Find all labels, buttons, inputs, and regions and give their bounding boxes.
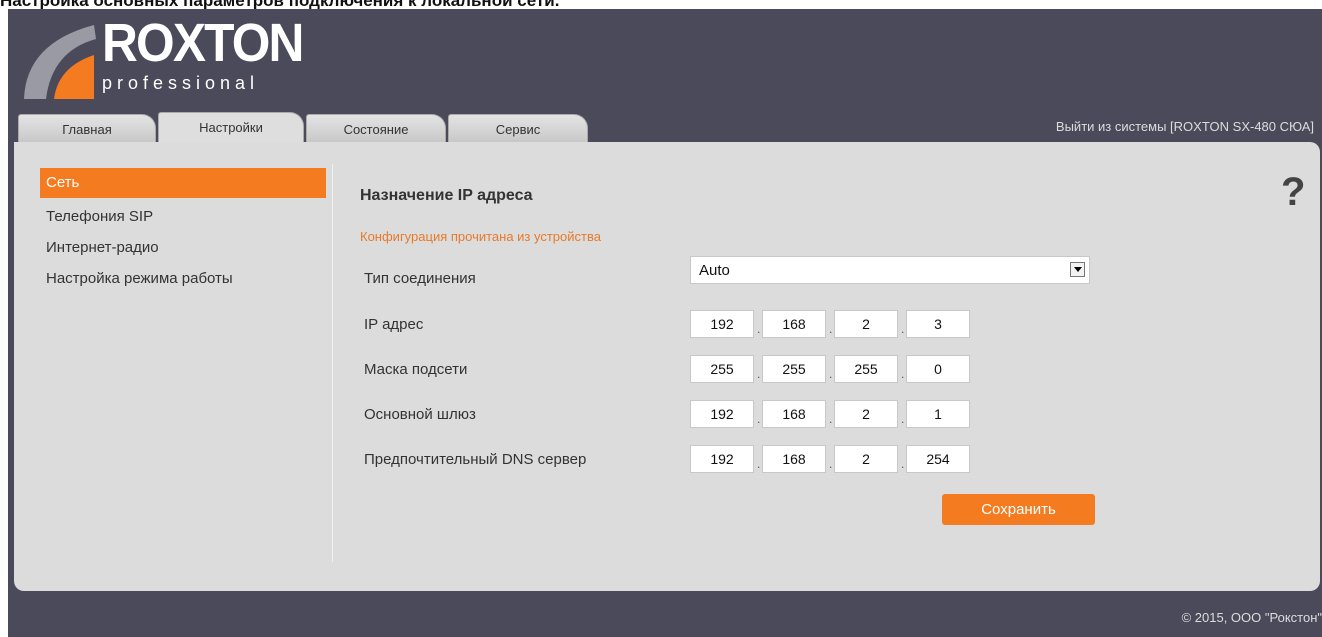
- copyright-footer: © 2015, ООО "Рокстон": [1181, 610, 1322, 625]
- mask-octet-1[interactable]: 255: [690, 355, 754, 383]
- octet-separator: .: [757, 457, 761, 471]
- save-button[interactable]: Сохранить: [942, 494, 1095, 525]
- sidebar-item-network[interactable]: Сеть: [40, 168, 326, 198]
- logo-subtitle: professional: [102, 73, 260, 93]
- logo-wordmark: ROXTON: [102, 13, 304, 73]
- logout-link[interactable]: Выйти из системы [ROXTON SX-480 СЮА]: [1056, 119, 1314, 134]
- gateway-octet-4[interactable]: 1: [906, 400, 970, 428]
- mask-octet-2[interactable]: 255: [762, 355, 826, 383]
- octet-separator: .: [829, 412, 833, 426]
- gateway-label: Основной шлюз: [364, 406, 476, 423]
- octet-separator: .: [901, 322, 905, 336]
- dns-octet-2[interactable]: 168: [762, 445, 826, 473]
- octet-separator: .: [901, 457, 905, 471]
- ip-octet-3[interactable]: 2: [834, 310, 898, 338]
- document-caption: Настройка основных параметров подключени…: [0, 0, 1322, 9]
- dns-server-label: Предпочтительный DNS сервер: [364, 451, 587, 468]
- octet-separator: .: [757, 367, 761, 381]
- tab-status[interactable]: Состояние: [306, 114, 446, 142]
- roxton-logo: ROXTON professional: [18, 13, 304, 103]
- logo-swoosh-icon: [24, 25, 96, 99]
- sidebar-item-internet-radio[interactable]: Интернет-радио: [40, 232, 326, 263]
- chevron-down-icon[interactable]: [1070, 262, 1085, 277]
- settings-panel: Сеть Телефония SIP Интернет-радио Настро…: [14, 142, 1320, 591]
- octet-separator: .: [829, 322, 833, 336]
- sidebar: Сеть Телефония SIP Интернет-радио Настро…: [40, 168, 326, 294]
- connection-type-select[interactable]: Auto: [690, 256, 1090, 284]
- octet-separator: .: [829, 457, 833, 471]
- octet-separator: .: [901, 412, 905, 426]
- dns-octet-4[interactable]: 254: [906, 445, 970, 473]
- octet-separator: .: [757, 322, 761, 336]
- gateway-octet-3[interactable]: 2: [834, 400, 898, 428]
- dns-octet-3[interactable]: 2: [834, 445, 898, 473]
- dns-octet-1[interactable]: 192: [690, 445, 754, 473]
- ip-address-label: IP адрес: [364, 316, 424, 333]
- sidebar-item-sip-telephony[interactable]: Телефония SIP: [40, 201, 326, 232]
- sidebar-divider: [332, 164, 333, 562]
- octet-separator: .: [829, 367, 833, 381]
- mask-octet-3[interactable]: 255: [834, 355, 898, 383]
- octet-separator: .: [901, 367, 905, 381]
- octet-separator: .: [757, 412, 761, 426]
- connection-type-label: Тип соединения: [364, 270, 476, 287]
- status-message: Конфигурация прочитана из устройства: [360, 229, 601, 244]
- help-icon[interactable]: ?: [1281, 172, 1305, 212]
- ip-octet-4[interactable]: 3: [906, 310, 970, 338]
- ip-octet-2[interactable]: 168: [762, 310, 826, 338]
- gateway-octet-1[interactable]: 192: [690, 400, 754, 428]
- tab-service[interactable]: Сервис: [448, 114, 588, 142]
- gateway-octet-2[interactable]: 168: [762, 400, 826, 428]
- section-title: Назначение IP адреса: [360, 187, 533, 204]
- connection-type-value: Auto: [699, 262, 730, 279]
- tab-settings[interactable]: Настройки: [158, 112, 304, 144]
- tab-main[interactable]: Главная: [18, 114, 156, 142]
- mask-octet-4[interactable]: 0: [906, 355, 970, 383]
- ip-octet-1[interactable]: 192: [690, 310, 754, 338]
- app-frame: ROXTON professional Главная Настройки Со…: [8, 9, 1322, 637]
- subnet-mask-label: Маска подсети: [364, 361, 468, 378]
- sidebar-item-operating-mode[interactable]: Настройка режима работы: [40, 263, 326, 294]
